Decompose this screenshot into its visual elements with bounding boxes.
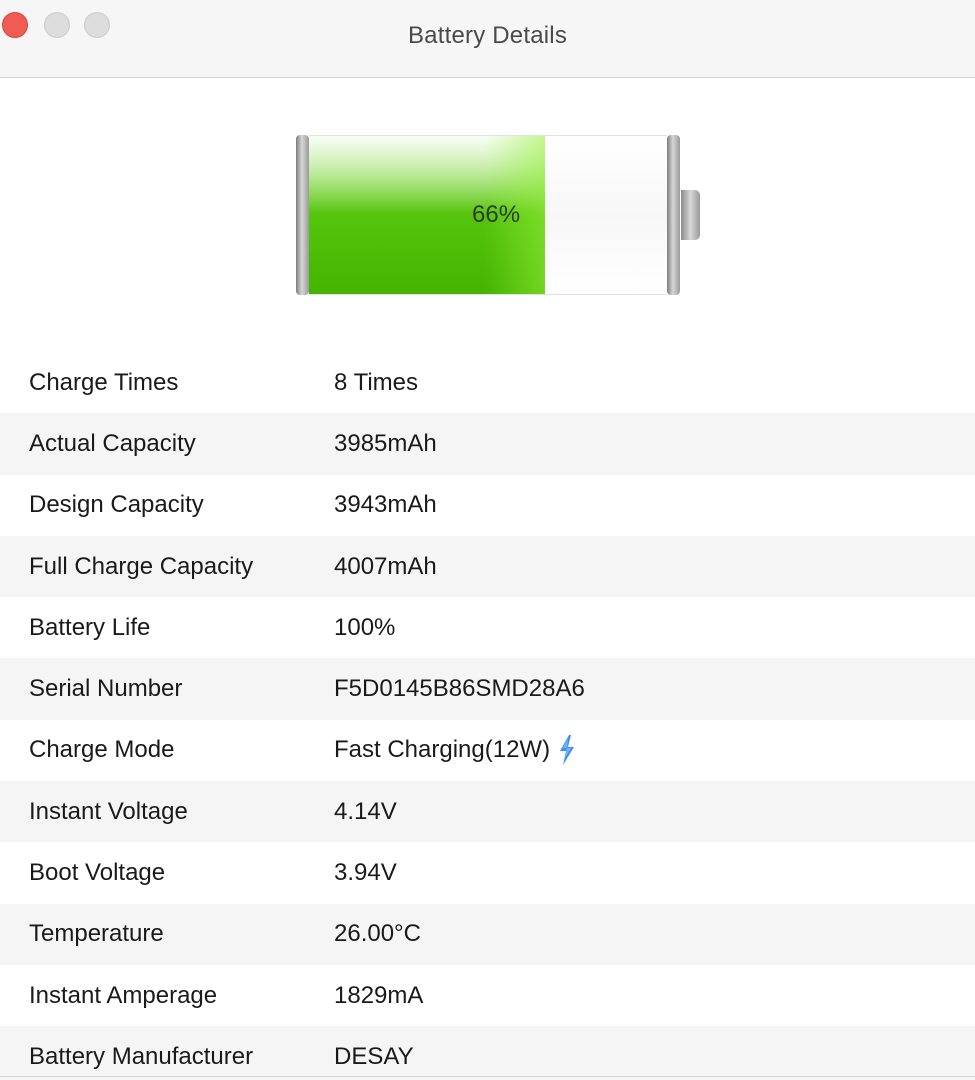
detail-row-battery-life: Battery Life 100% <box>0 597 975 658</box>
detail-row-charge-times: Charge Times 8 Times <box>0 352 975 413</box>
detail-row-actual-capacity: Actual Capacity 3985mAh <box>0 413 975 475</box>
battery-details-table: Charge Times 8 Times Actual Capacity 398… <box>0 352 975 1080</box>
detail-value: 1829mA <box>334 981 424 1009</box>
detail-row-serial-number: Serial Number F5D0145B86SMD28A6 <box>0 658 975 720</box>
detail-value: DESAY <box>334 1042 414 1070</box>
detail-row-design-capacity: Design Capacity 3943mAh <box>0 475 975 536</box>
window-title: Battery Details <box>407 22 568 49</box>
detail-value-charge-mode: Fast Charging(12W) <box>334 734 576 766</box>
detail-label: Instant Amperage <box>29 981 218 1009</box>
battery-right-cap <box>667 135 680 295</box>
detail-value: 4.14V <box>334 797 397 825</box>
battery-terminal <box>681 190 700 240</box>
detail-value: 26.00°C <box>334 920 421 948</box>
detail-label: Boot Voltage <box>29 859 166 887</box>
detail-value: 3.94V <box>334 859 397 887</box>
detail-label: Design Capacity <box>29 491 204 519</box>
detail-label: Charge Times <box>29 368 179 396</box>
charge-mode-text: Fast Charging(12W) <box>334 736 551 764</box>
battery-left-cap <box>296 135 309 295</box>
detail-label: Instant Voltage <box>29 797 188 825</box>
detail-row-instant-amperage: Instant Amperage 1829mA <box>0 965 975 1026</box>
window-bottom-divider <box>0 1076 975 1077</box>
detail-value: 100% <box>334 613 396 641</box>
battery-details-window: Battery Details 66% Charge Times 8 Times… <box>0 0 975 1080</box>
detail-value: 8 Times <box>334 368 419 396</box>
detail-row-instant-voltage: Instant Voltage 4.14V <box>0 781 975 843</box>
detail-label: Serial Number <box>29 675 183 703</box>
detail-value: F5D0145B86SMD28A6 <box>334 675 585 703</box>
detail-row-charge-mode: Charge Mode Fast Charging(12W) <box>0 720 975 781</box>
detail-value: 3943mAh <box>334 491 437 519</box>
detail-label: Actual Capacity <box>29 429 196 457</box>
detail-value: 4007mAh <box>334 552 437 580</box>
detail-value: 3985mAh <box>334 429 437 457</box>
detail-row-boot-voltage: Boot Voltage 3.94V <box>0 842 975 903</box>
detail-label: Battery Life <box>29 613 151 641</box>
detail-row-full-charge-capacity: Full Charge Capacity 4007mAh <box>0 535 975 598</box>
detail-label: Charge Mode <box>29 736 175 764</box>
battery-percent-label: 66% <box>472 201 521 228</box>
lightning-bolt-icon <box>560 735 575 766</box>
detail-label: Battery Manufacturer <box>29 1042 254 1070</box>
detail-row-battery-manufacturer: Battery Manufacturer DESAY <box>0 1026 975 1080</box>
title-bar: Battery Details <box>0 0 975 78</box>
detail-label: Temperature <box>29 920 164 948</box>
detail-row-temperature: Temperature 26.00°C <box>0 903 975 965</box>
detail-label: Full Charge Capacity <box>29 552 254 580</box>
